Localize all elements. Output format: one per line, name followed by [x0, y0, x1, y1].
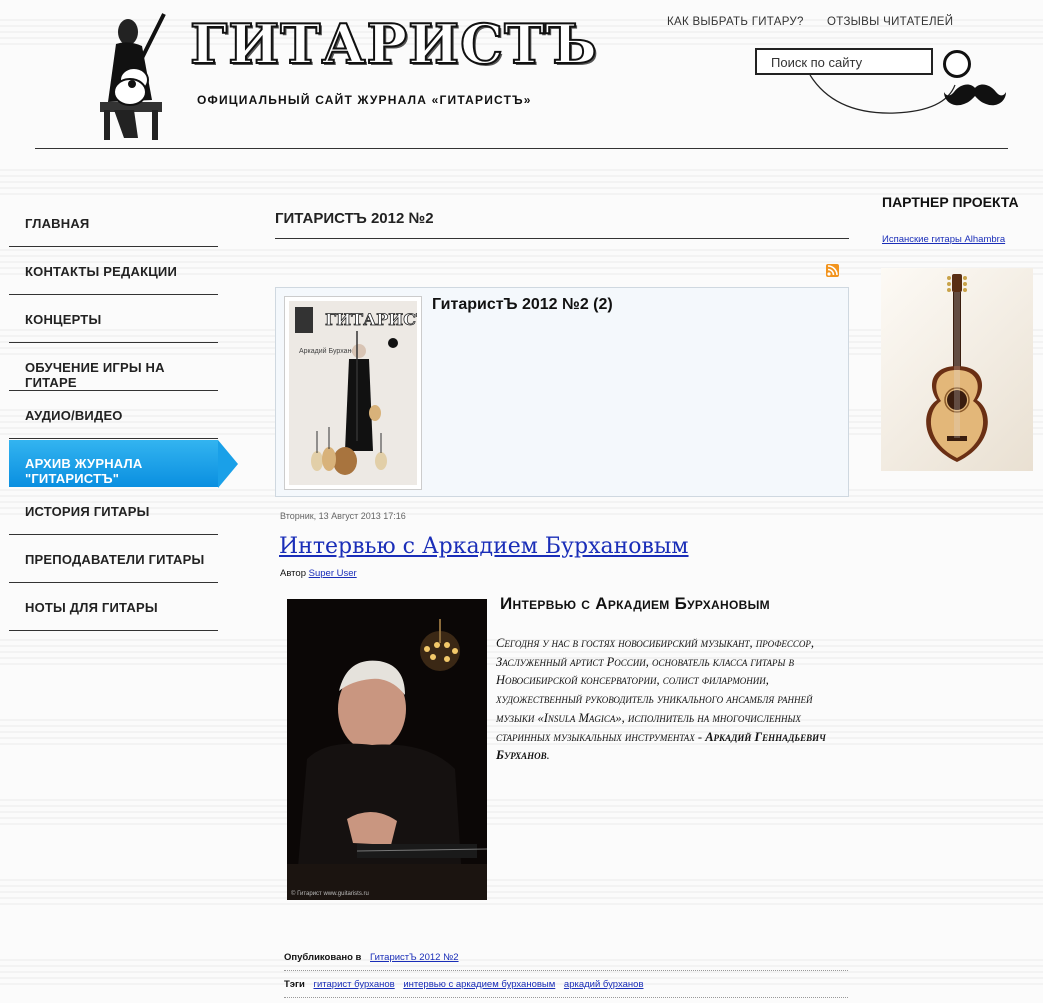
meta-divider	[284, 970, 848, 971]
tag-link[interactable]: гитарист бурханов	[314, 979, 395, 990]
page-title: ГитаристЪ 2012 №2	[275, 210, 434, 227]
article-heading: Интервью с Аркадием Бурхановым	[500, 594, 770, 613]
how-to-choose-guitar-link[interactable]: Как выбрать гитару?	[667, 16, 804, 28]
published-in-row: Опубликовано в ГитаристЪ 2012 №2	[284, 952, 848, 963]
meta-divider	[284, 997, 848, 998]
author-line: Автор Super User	[280, 568, 357, 579]
category-title[interactable]: ГитаристЪ 2012 №2 (2)	[432, 296, 613, 314]
search-icon[interactable]	[943, 50, 971, 78]
partner-guitar-image[interactable]	[881, 268, 1033, 471]
partner-link[interactable]: Испанские гитары Alhambra	[882, 234, 1005, 245]
article-date: Вторник, 13 Август 2013 17:16	[280, 511, 406, 521]
published-category-link[interactable]: ГитаристЪ 2012 №2	[370, 952, 459, 963]
header-divider	[35, 148, 1008, 149]
search-input[interactable]: Поиск по сайту	[755, 48, 933, 75]
author-link[interactable]: Super User	[309, 568, 357, 579]
published-label: Опубликовано в	[284, 952, 362, 963]
nav-item-contacts[interactable]: Контакты редакции	[9, 248, 218, 295]
tag-link[interactable]: интервью с аркадием бурхановым	[403, 979, 555, 990]
nav-item-guitar-history[interactable]: История гитары	[9, 488, 218, 535]
partner-heading: Партнер проекта	[882, 194, 1019, 210]
nav-item-lessons[interactable]: Обучение игры на гитаре	[9, 344, 218, 391]
author-label: Автор	[280, 568, 306, 579]
guitarist-logo-icon[interactable]	[94, 10, 186, 142]
reader-reviews-link[interactable]: Отзывы читателей	[827, 16, 953, 28]
tag-link[interactable]: аркадий бурханов	[564, 979, 644, 990]
intro-text: Сегодня у нас в гостях новосибирский муз…	[496, 636, 815, 744]
article-intro: Сегодня у нас в гостях новосибирский муз…	[496, 634, 850, 765]
nav-item-home[interactable]: Главная	[9, 200, 218, 247]
magazine-cover-thumbnail[interactable]: ГИТАРИСТЪ Аркадий Бурханов	[284, 296, 422, 490]
rss-feed-icon[interactable]	[826, 264, 839, 277]
tags-row: Тэги гитарист бурханов интервью с аркади…	[284, 979, 848, 990]
photo-caption: © Гитарист www.guitarists.ru	[291, 891, 369, 897]
nav-item-guitar-teachers[interactable]: Преподаватели гитары	[9, 536, 218, 583]
nav-item-guitar-sheet-music[interactable]: Ноты для гитары	[9, 584, 218, 631]
site-logo-title[interactable]: ГИТАРИСТЪ	[189, 11, 598, 77]
nav-item-concerts[interactable]: Концерты	[9, 296, 218, 343]
mustache-icon	[944, 84, 1006, 106]
article-title-link[interactable]: Интервью с Аркадием Бурхановым	[279, 534, 689, 559]
interview-portrait-photo: © Гитарист www.guitarists.ru	[287, 599, 487, 900]
nav-item-magazine-archive[interactable]: Архив журнала "ГитаристЪ"	[9, 440, 238, 488]
main-nav: Главная Контакты редакции Концерты Обуче…	[9, 200, 238, 632]
tags-label: Тэги	[284, 979, 305, 990]
cover-caption: Аркадий Бурханов	[299, 347, 359, 355]
svg-text:ГИТАРИСТЪ: ГИТАРИСТЪ	[325, 310, 417, 329]
nav-item-audio-video[interactable]: Аудио/Видео	[9, 392, 218, 439]
heading-divider	[275, 238, 849, 239]
site-subtitle: ОФИЦИАЛЬНЫЙ САЙТ ЖУРНАЛА «ГИТАРИСТЪ»	[197, 93, 532, 107]
intro-end: .	[546, 748, 550, 763]
